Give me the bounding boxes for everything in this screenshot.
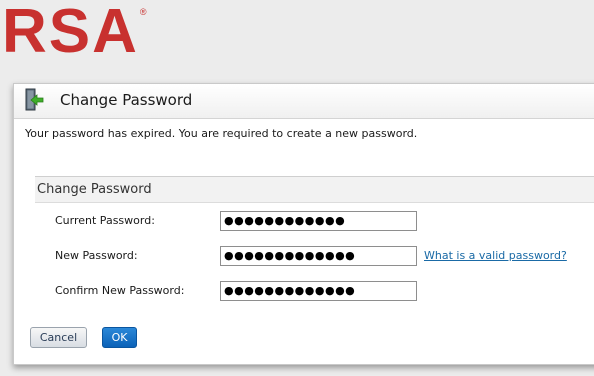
current-password-input[interactable]: ●●●●●●●●●●●●: [220, 211, 417, 231]
expired-message: Your password has expired. You are requi…: [25, 127, 418, 140]
valid-password-help-link[interactable]: What is a valid password?: [424, 249, 567, 262]
rsa-logo: RSA ®: [2, 0, 147, 66]
page: RSA ® Change Password Your password has …: [0, 0, 594, 376]
door-exit-icon: [25, 88, 44, 111]
new-password-row: New Password: ●●●●●●●●●●●●● What is a va…: [35, 246, 594, 268]
change-password-section: Change Password Current Password: ●●●●●●…: [35, 176, 594, 303]
section-title: Change Password: [35, 177, 594, 203]
dialog-header: Change Password: [14, 84, 594, 119]
new-password-label: New Password:: [55, 249, 138, 262]
logo-text: RSA: [2, 0, 139, 66]
cancel-button[interactable]: Cancel: [30, 327, 87, 348]
confirm-password-label: Confirm New Password:: [55, 284, 185, 297]
registered-mark: ®: [139, 7, 147, 17]
ok-button[interactable]: OK: [102, 327, 137, 348]
change-password-dialog: Change Password Your password has expire…: [13, 83, 594, 365]
dialog-title: Change Password: [60, 91, 193, 109]
current-password-row: Current Password: ●●●●●●●●●●●●: [35, 211, 594, 233]
confirm-password-row: Confirm New Password: ●●●●●●●●●●●●●: [35, 281, 594, 303]
new-password-input[interactable]: ●●●●●●●●●●●●●: [220, 246, 417, 266]
confirm-password-input[interactable]: ●●●●●●●●●●●●●: [220, 281, 417, 301]
current-password-label: Current Password:: [55, 214, 155, 227]
